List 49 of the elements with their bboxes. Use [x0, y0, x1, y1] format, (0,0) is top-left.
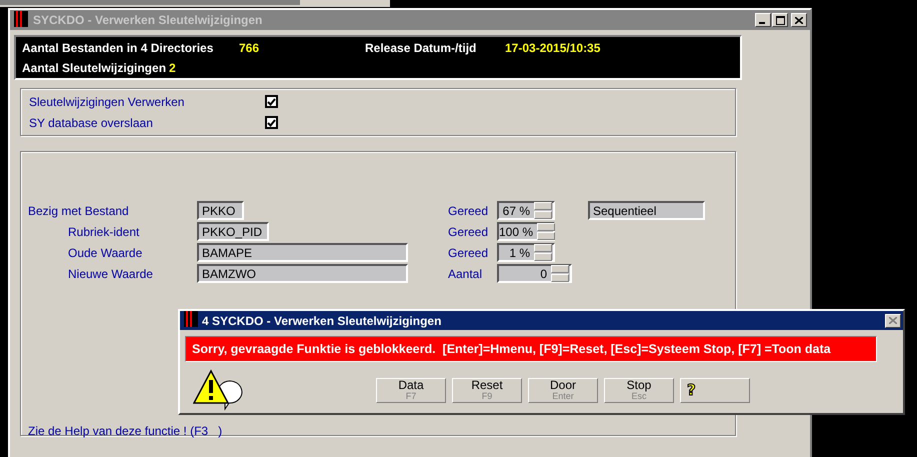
spin-arrows-icon[interactable]	[551, 265, 569, 282]
spin-field[interactable]: 0	[497, 264, 572, 283]
checkbox[interactable]	[265, 95, 278, 108]
info-label: Release Datum-/tijd	[365, 41, 476, 55]
spin-field[interactable]: 1 %	[497, 243, 555, 262]
progress-label: Gereed	[448, 204, 490, 218]
spin-field[interactable]: 67 %	[497, 201, 555, 220]
maximize-icon	[776, 16, 784, 24]
dialog-button[interactable]: Stop Esc	[604, 378, 674, 402]
option-label: SY database overslaan	[29, 116, 154, 130]
spin-field[interactable]: 100 %	[497, 222, 555, 241]
value-field[interactable]: PKKO_PID	[197, 222, 269, 241]
app-icon	[184, 311, 198, 327]
value-field[interactable]: BAMZWO	[197, 264, 408, 283]
info-value: 2	[169, 61, 176, 75]
info-label: Aantal Bestanden in 4 Directories	[22, 41, 214, 55]
close-button[interactable]	[885, 314, 901, 328]
field-label: Nieuwe Waarde	[68, 266, 153, 280]
minimize-button[interactable]	[755, 13, 771, 27]
app-icon	[14, 10, 28, 26]
value-field[interactable]: BAMAPE	[197, 243, 408, 262]
close-button[interactable]	[791, 13, 807, 27]
progress-label: Gereed	[448, 224, 490, 238]
close-icon	[889, 317, 897, 324]
spin-arrows-icon[interactable]	[534, 244, 552, 261]
maximize-button[interactable]	[772, 13, 788, 27]
info-label: Aantal Sleutelwijzigingen	[22, 61, 166, 75]
warning-help-icon	[193, 369, 245, 411]
value-field[interactable]: PKKO	[197, 201, 244, 220]
help-hint: Zie de Help van deze functie ! (F3 )	[28, 424, 222, 438]
field-label: Oude Waarde	[68, 246, 142, 260]
mode-field[interactable]: Sequentieel	[588, 201, 705, 220]
window-title: SYCKDO - Verwerken Sleutelwijzigingen	[33, 13, 264, 27]
info-value: 17-03-2015/10:35	[505, 41, 600, 55]
dialog-button[interactable]: Data F7	[376, 378, 446, 402]
option-label: Sleutelwijzigingen Verwerken	[29, 94, 186, 108]
dialog-title: 4 SYCKDO - Verwerken Sleutelwijzigingen	[202, 314, 442, 328]
field-label: Rubriek-ident	[68, 224, 140, 238]
info-value: 766	[239, 41, 260, 55]
dialog-button[interactable]: Reset F9	[452, 378, 522, 402]
spin-arrows-icon[interactable]	[534, 202, 552, 219]
progress-label: Gereed	[448, 246, 490, 260]
checkbox[interactable]	[265, 116, 278, 129]
spin-arrows-icon[interactable]	[537, 223, 556, 240]
dialog-button[interactable]: Door Enter	[528, 378, 598, 402]
progress-label: Aantal	[448, 266, 484, 280]
close-icon	[795, 16, 803, 24]
field-label: Bezig met Bestand	[28, 204, 129, 218]
error-message: Sorry, gevraagde Funktie is geblokkeerd. [Enter]=Hmenu, [F9]=Reset, [Esc]=Systeem Stop, [F7] =Toon data	[185, 336, 877, 362]
